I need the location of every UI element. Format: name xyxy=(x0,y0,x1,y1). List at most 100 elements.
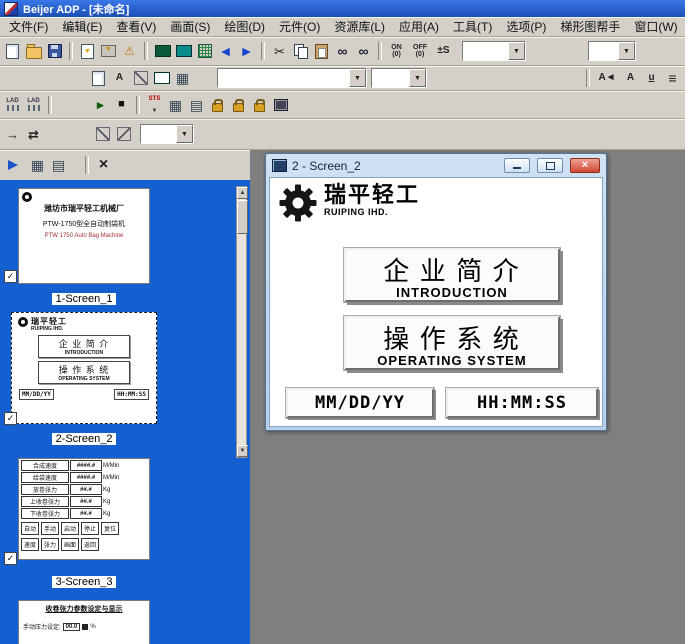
prev-screen-icon[interactable] xyxy=(215,41,236,61)
scrollbar-thumb[interactable] xyxy=(237,200,248,234)
new-icon[interactable] xyxy=(2,41,23,61)
on-state-button[interactable]: ON(0) xyxy=(386,41,407,61)
mirror-icon[interactable] xyxy=(113,124,134,144)
lad-edit-icon[interactable]: LAD xyxy=(23,95,44,115)
alarm-icon[interactable] xyxy=(119,41,140,61)
set-reset-button[interactable]: ±S xyxy=(433,41,454,61)
close-button[interactable] xyxy=(570,158,600,173)
chevron-down-icon xyxy=(176,125,193,143)
compile-icon[interactable] xyxy=(77,41,98,61)
cut-icon[interactable] xyxy=(269,41,290,61)
paste-icon[interactable] xyxy=(311,41,332,61)
menu-item-object[interactable]: 元件(O) xyxy=(272,16,327,37)
next-screen-icon[interactable] xyxy=(236,41,257,61)
align-icon[interactable] xyxy=(662,68,683,88)
font-button[interactable]: A xyxy=(620,68,641,88)
chip-icon[interactable] xyxy=(270,95,291,115)
rect-tool-icon[interactable] xyxy=(151,68,172,88)
menu-item-draw[interactable]: 绘图(D) xyxy=(217,16,272,37)
toolbar-separator xyxy=(144,42,148,60)
find-next-icon[interactable] xyxy=(353,41,374,61)
swap-arrows-icon[interactable] xyxy=(23,124,44,144)
screen-thumbnail-4[interactable]: 收卷张力参数设定与显示 手动压力设定: 00.0 % xyxy=(18,600,150,644)
introduction-button[interactable]: 企 业 简 介 INTRODUCTION xyxy=(344,248,560,302)
copy-icon[interactable] xyxy=(290,41,311,61)
menu-item-library[interactable]: 资源库(L) xyxy=(327,16,392,37)
io-table-lock-icon[interactable] xyxy=(186,95,207,115)
off-state-button[interactable]: OFF(0) xyxy=(407,41,433,61)
lock-icon[interactable] xyxy=(228,95,249,115)
maximize-button[interactable] xyxy=(537,158,563,173)
menu-item-application[interactable]: 应用(A) xyxy=(392,16,446,37)
simulate-run-icon[interactable] xyxy=(90,95,111,115)
screen-window-icon xyxy=(272,159,287,172)
lock-icon[interactable] xyxy=(249,95,270,115)
chevron-down-icon xyxy=(508,42,525,60)
toolbar-separator xyxy=(69,42,73,60)
frame-color-icon[interactable] xyxy=(173,41,194,61)
open-icon[interactable] xyxy=(23,41,44,61)
find-icon[interactable] xyxy=(332,41,353,61)
simulate-stop-icon[interactable] xyxy=(111,95,132,115)
save-icon[interactable] xyxy=(44,41,65,61)
screen-checkbox-2[interactable] xyxy=(4,412,17,425)
brand-logo-object[interactable]: 瑞平轻工 RUIPING IHD. xyxy=(278,183,420,223)
menu-item-edit[interactable]: 编辑(E) xyxy=(55,16,109,37)
text-tool-icon[interactable]: A xyxy=(109,68,130,88)
screen-list-icon[interactable] xyxy=(27,155,48,175)
close-panel-icon[interactable] xyxy=(93,155,114,175)
zoom-dropdown[interactable] xyxy=(588,41,636,61)
screen-grid-icon[interactable] xyxy=(48,155,69,175)
screen-checkbox-1[interactable] xyxy=(4,270,17,283)
state-dropdown[interactable] xyxy=(462,41,526,61)
lad-view-icon[interactable]: LAD xyxy=(2,95,23,115)
screen-thumbnail-2-selected[interactable]: 瑞平轻工 RUIPING IHD. 企 业 简 介 INTRODUCTION 操… xyxy=(11,312,157,424)
toolbar-separator xyxy=(48,96,52,114)
rotate-icon[interactable] xyxy=(92,124,113,144)
scroll-up-icon[interactable] xyxy=(237,187,248,199)
minimize-button[interactable] xyxy=(504,158,530,173)
titlebar[interactable]: Beijer ADP - [未命名] xyxy=(0,0,685,17)
menu-item-screen[interactable]: 画面(S) xyxy=(163,16,217,37)
font-shrink-button[interactable]: A◄ xyxy=(594,68,620,88)
toolbar-standard: ON(0) OFF(0) ±S xyxy=(0,37,685,66)
menu-item-tools[interactable]: 工具(T) xyxy=(446,16,499,37)
pointer-tool-icon[interactable] xyxy=(88,68,109,88)
scale-dropdown[interactable] xyxy=(140,124,194,144)
table-row: 放卷张力 ##.# Kg xyxy=(21,484,147,495)
toolbar-arrange xyxy=(0,119,685,150)
sts-monitor-icon[interactable]: STS xyxy=(144,95,165,115)
font-name-dropdown[interactable] xyxy=(217,68,367,88)
menu-item-window[interactable]: 窗口(W) xyxy=(627,16,684,37)
menu-item-options[interactable]: 选项(P) xyxy=(499,16,553,37)
underline-button[interactable]: u xyxy=(641,68,662,88)
chevron-down-icon xyxy=(409,69,426,87)
font-size-dropdown[interactable] xyxy=(371,68,427,88)
screen-checkbox-3[interactable] xyxy=(4,552,17,565)
date-display-field[interactable]: MM/DD/YY xyxy=(286,388,434,418)
scroll-down-icon[interactable] xyxy=(237,445,248,457)
operating-system-button[interactable]: 操 作 系 统 OPERATING SYSTEM xyxy=(344,316,560,370)
fill-color-icon[interactable] xyxy=(152,41,173,61)
menu-item-ladder-helper[interactable]: 梯形图帮手 xyxy=(553,16,627,37)
screen2-title: 2 - Screen_2 xyxy=(292,159,497,173)
grid-pattern-icon[interactable] xyxy=(194,41,215,61)
brand-name: 瑞平轻工 xyxy=(324,183,420,207)
screen-pointer-icon[interactable] xyxy=(2,155,23,175)
tab-order-icon[interactable] xyxy=(2,124,23,144)
menu-item-file[interactable]: 文件(F) xyxy=(2,16,55,37)
line-tool-icon[interactable] xyxy=(130,68,151,88)
download-icon[interactable] xyxy=(98,41,119,61)
time-display-field[interactable]: HH:MM:SS xyxy=(446,388,598,418)
screen2-canvas[interactable]: 瑞平轻工 RUIPING IHD. 企 业 简 介 INTRODUCTION 操… xyxy=(269,177,603,427)
menu-item-view[interactable]: 查看(V) xyxy=(109,16,163,37)
lock-icon[interactable] xyxy=(207,95,228,115)
io-table-icon[interactable] xyxy=(165,95,186,115)
screen-thumbnail-3[interactable]: 合成速度 ####.# M/Min 给袋速度 ####.# M/Min 放卷张力… xyxy=(18,458,150,560)
thumb2-brand: 瑞平轻工 RUIPING IHD. xyxy=(18,317,150,332)
sidebar-scrollbar[interactable] xyxy=(236,186,247,458)
table-tool-icon[interactable] xyxy=(172,68,193,88)
screen-thumbnail-1[interactable]: 潍坊市瑞平轻工机械厂 PTW-1750型全自动制袋机 PTW 1750 Auto… xyxy=(18,188,150,284)
screen2-titlebar[interactable]: 2 - Screen_2 xyxy=(269,154,603,177)
menubar: 文件(F) 编辑(E) 查看(V) 画面(S) 绘图(D) 元件(O) 资源库(… xyxy=(0,17,685,37)
